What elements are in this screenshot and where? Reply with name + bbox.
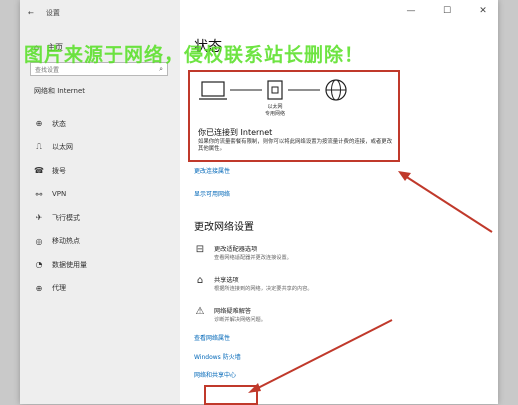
vpn-icon: ⚯ [35,189,43,199]
titlebar-left: ← 设置 [28,8,60,18]
minimize-button[interactable]: — [404,6,418,16]
laptop-icon [199,81,227,100]
warning-icon: ⚠ [195,306,205,317]
status-description: 如果你的流量套餐有限制，则你可以将此网络设置为按流量计费的连接，或者更改其他属性… [198,139,393,152]
sidebar-item-dialup[interactable]: ☎ 拨号 [30,159,180,183]
window-controls: — ☐ ✕ [404,6,490,16]
view-network-properties-link[interactable]: 查看网络属性 [194,333,230,342]
share-icon: ⌂ [196,275,204,286]
phone-icon: ☎ [34,166,44,176]
adapter-icon: ⊟ [195,244,205,255]
ethernet-label: 以太网 [267,103,282,110]
watermark-text: 图片来源于网络，侵权联系站长删除！ [24,44,365,66]
sidebar-section-title: 网络和 Internet [34,87,86,95]
sidebar-item-ethernet[interactable]: ⎍ 以太网 [30,136,180,160]
sidebar-item-proxy[interactable]: ⊕ 代理 [30,277,180,301]
sidebar-item-status[interactable]: ⊕ 状态 [30,112,180,136]
sidebar-item-vpn[interactable]: ⚯ VPN [30,183,180,207]
sidebar-item-data-usage[interactable]: ◔ 数据使用量 [30,253,180,277]
option-title: 更改适配器选项 [214,246,258,253]
sidebar-item-label: 状态 [52,119,66,128]
network-troubleshooter-item[interactable]: ⚠ 网络疑难解答 诊断并解决网络问题。 [194,306,266,323]
connection-status-box: 以太网 专用网络 你已连接到 Internet 如果你的流量套餐有限制，则你可以… [188,70,400,162]
ethernet-icon: ⎍ [36,142,42,152]
airplane-icon: ✈ [35,213,43,223]
option-title: 共享选项 [214,277,239,284]
sidebar-item-label: 飞行模式 [52,213,80,222]
close-button[interactable]: ✕ [476,6,490,16]
maximize-button[interactable]: ☐ [440,6,454,16]
option-title: 网络疑难解答 [214,308,252,315]
network-type-label: 专用网络 [265,110,285,117]
ethernet-port-icon [267,80,283,100]
windows-firewall-link[interactable]: Windows 防火墙 [194,352,241,361]
globe-icon: ⊕ [35,119,43,129]
option-subtitle: 诊断并解决网络问题。 [214,317,266,323]
data-usage-icon: ◔ [35,260,43,270]
sidebar-item-hotspot[interactable]: ◎ 移动热点 [30,230,180,254]
sidebar-item-label: 移动热点 [52,237,80,246]
network-diagram: 以太网 专用网络 [199,79,347,117]
sidebar-item-label: VPN [52,190,67,199]
highlight-box [204,385,258,405]
sidebar-item-label: 拨号 [52,166,66,175]
network-sharing-center-link[interactable]: 网络和共享中心 [194,370,236,379]
show-available-networks-link[interactable]: 显示可用网络 [194,189,230,198]
proxy-icon: ⊕ [35,283,43,293]
back-arrow-icon[interactable]: ← [28,9,34,17]
change-network-settings-heading: 更改网络设置 [194,222,254,233]
sidebar-item-airplane[interactable]: ✈ 飞行模式 [30,206,180,230]
change-connection-properties-link[interactable]: 更改连接属性 [194,166,230,175]
sidebar-item-label: 以太网 [52,143,73,152]
option-subtitle: 查看网络适配器并更改连接设置。 [214,255,292,261]
sidebar-item-label: 代理 [52,284,66,293]
window-title: 设置 [45,9,60,17]
connected-status-text: 你已连接到 Internet [198,128,273,137]
sidebar-nav: ⊕ 状态 ⎍ 以太网 ☎ 拨号 ⚯ VPN ✈ 飞行模式 ◎ 移动热点 ◔ 数据… [30,112,180,300]
adapter-options-item[interactable]: ⊟ 更改适配器选项 查看网络适配器并更改连接设置。 [194,244,292,261]
globe-icon [325,79,347,101]
sharing-options-item[interactable]: ⌂ 共享选项 根据所连接到的网络，决定要共享的内容。 [194,275,313,292]
sidebar-item-label: 数据使用量 [52,260,87,269]
hotspot-icon: ◎ [35,236,43,246]
option-subtitle: 根据所连接到的网络，决定要共享的内容。 [214,286,313,292]
